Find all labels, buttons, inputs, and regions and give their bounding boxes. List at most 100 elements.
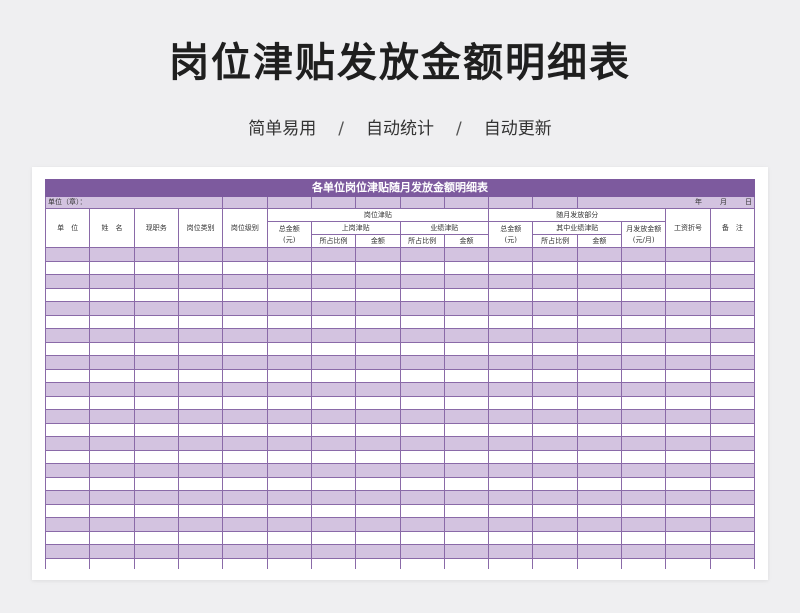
table-cell[interactable] [177,517,224,532]
table-cell[interactable] [532,247,578,262]
table-cell[interactable] [488,247,534,262]
table-cell[interactable] [399,368,445,383]
table-cell[interactable] [177,476,224,491]
table-cell[interactable] [576,314,623,329]
table-cell[interactable] [443,341,490,356]
table-cell[interactable] [177,301,224,316]
table-cell[interactable] [576,328,623,343]
table-cell[interactable] [621,409,667,424]
table-cell[interactable] [133,544,179,559]
table-cell[interactable] [488,314,534,329]
table-cell[interactable] [399,517,445,532]
table-cell[interactable] [488,490,534,505]
table-cell[interactable] [222,301,268,316]
table-cell[interactable] [89,422,135,437]
table-cell[interactable] [399,274,445,289]
table-cell[interactable] [443,328,490,343]
table-cell[interactable] [45,436,91,451]
table-cell[interactable] [709,436,755,451]
table-cell[interactable] [665,490,711,505]
table-cell[interactable] [709,422,755,437]
table-cell[interactable] [177,247,224,262]
table-cell[interactable] [399,341,445,356]
table-cell[interactable] [443,476,490,491]
table-cell[interactable] [266,503,312,518]
table-cell[interactable] [133,409,179,424]
table-cell[interactable] [45,409,91,424]
table-cell[interactable] [665,436,711,451]
cell[interactable] [488,196,534,209]
cell[interactable] [266,196,312,209]
table-cell[interactable] [665,341,711,356]
table-cell[interactable] [222,517,268,532]
table-cell[interactable] [310,260,357,275]
table-cell[interactable] [222,274,268,289]
table-cell[interactable] [399,260,445,275]
table-cell[interactable] [443,517,490,532]
table-cell[interactable] [532,341,578,356]
table-cell[interactable] [266,476,312,491]
table-cell[interactable] [266,260,312,275]
table-cell[interactable] [399,449,445,464]
table-cell[interactable] [665,503,711,518]
table-cell[interactable] [89,503,135,518]
table-cell[interactable] [266,422,312,437]
table-cell[interactable] [222,368,268,383]
table-cell[interactable] [488,517,534,532]
table-cell[interactable] [45,328,91,343]
table-cell[interactable] [45,355,91,370]
table-cell[interactable] [177,355,224,370]
table-cell[interactable] [665,544,711,559]
table-cell[interactable] [177,287,224,302]
table-cell[interactable] [89,247,135,262]
cell[interactable] [532,196,578,209]
table-cell[interactable] [222,476,268,491]
table-cell[interactable] [266,490,312,505]
table-cell[interactable] [399,395,445,410]
table-cell[interactable] [488,368,534,383]
table-cell[interactable] [310,247,357,262]
table-cell[interactable] [399,422,445,437]
table-cell[interactable] [89,476,135,491]
table-cell[interactable] [532,490,578,505]
table-cell[interactable] [665,557,711,569]
table-cell[interactable] [709,449,755,464]
table-cell[interactable] [133,368,179,383]
table-cell[interactable] [89,341,135,356]
table-cell[interactable] [443,436,490,451]
table-cell[interactable] [310,503,357,518]
table-cell[interactable] [355,274,401,289]
table-cell[interactable] [443,409,490,424]
table-cell[interactable] [399,436,445,451]
table-cell[interactable] [709,395,755,410]
table-cell[interactable] [133,463,179,478]
table-cell[interactable] [576,476,623,491]
table-cell[interactable] [133,395,179,410]
table-cell[interactable] [222,395,268,410]
table-cell[interactable] [709,476,755,491]
table-cell[interactable] [266,314,312,329]
table-cell[interactable] [222,463,268,478]
table-cell[interactable] [177,328,224,343]
table-cell[interactable] [266,341,312,356]
table-cell[interactable] [45,490,91,505]
table-cell[interactable] [310,395,357,410]
table-cell[interactable] [45,557,91,569]
table-cell[interactable] [266,544,312,559]
table-cell[interactable] [222,503,268,518]
table-cell[interactable] [532,476,578,491]
table-cell[interactable] [665,247,711,262]
table-cell[interactable] [488,503,534,518]
table-cell[interactable] [621,328,667,343]
table-cell[interactable] [45,274,91,289]
table-cell[interactable] [488,544,534,559]
table-cell[interactable] [665,287,711,302]
table-cell[interactable] [399,314,445,329]
table-cell[interactable] [399,530,445,545]
table-cell[interactable] [576,463,623,478]
table-cell[interactable] [576,517,623,532]
table-cell[interactable] [89,436,135,451]
table-cell[interactable] [45,395,91,410]
table-cell[interactable] [576,436,623,451]
table-cell[interactable] [266,368,312,383]
